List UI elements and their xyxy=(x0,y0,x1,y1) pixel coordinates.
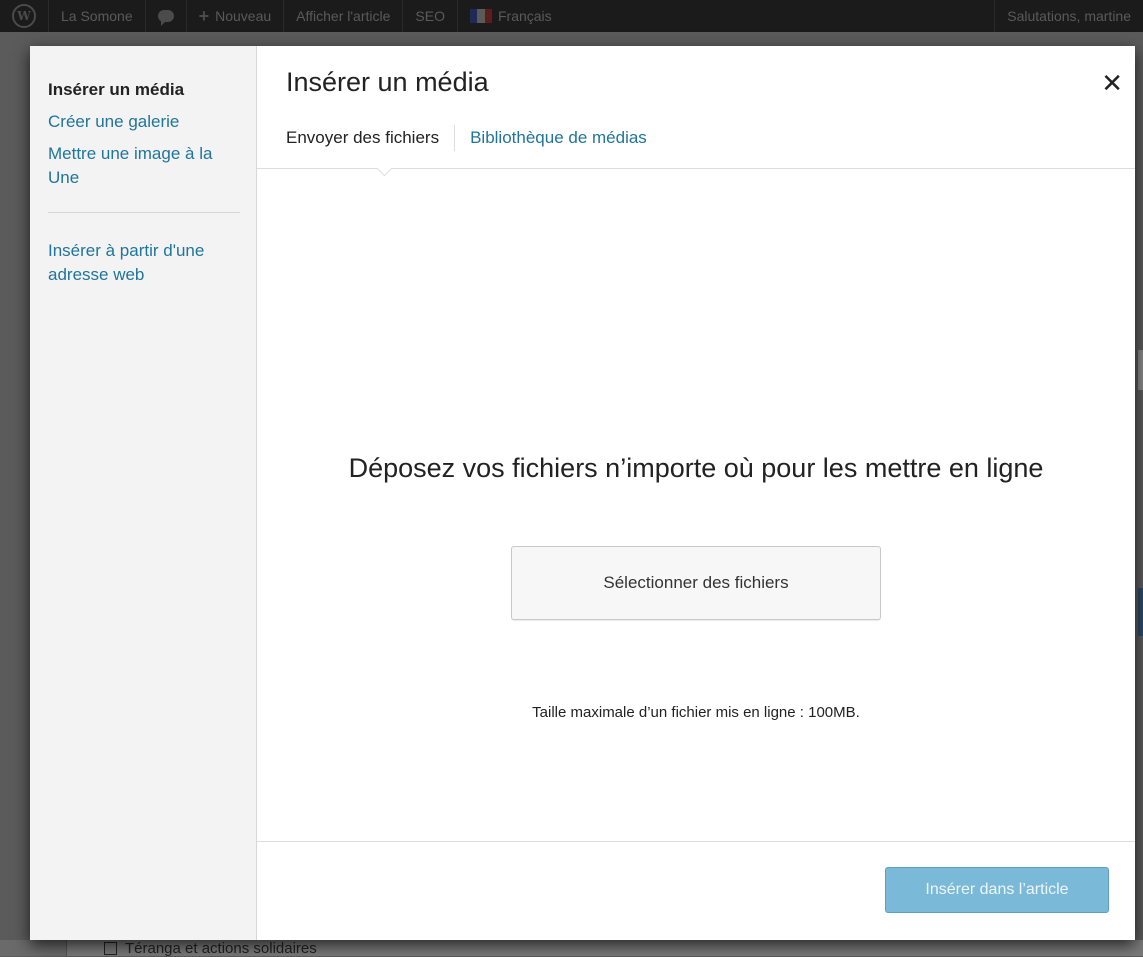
comment-icon xyxy=(157,10,174,26)
background-element xyxy=(1138,350,1143,390)
media-modal: Insérer un média Créer une galerie Mettr… xyxy=(30,46,1135,940)
view-post-link[interactable]: Afficher l'article xyxy=(283,0,402,32)
wordpress-logo[interactable]: W xyxy=(0,0,48,32)
media-frame: Insérer un média ✕ Envoyer des fichiers … xyxy=(257,46,1135,940)
language-label: Français xyxy=(497,8,552,24)
insert-into-post-button[interactable]: Insérer dans l’article xyxy=(885,867,1109,913)
admin-bar: W La Somone + Nouveau Afficher l'article … xyxy=(0,0,1143,32)
view-post-label: Afficher l'article xyxy=(296,8,391,24)
upload-instructions: Déposez vos fichiers n’importe où pour l… xyxy=(348,453,1044,483)
menu-item-featured-image[interactable]: Mettre une image à la Une xyxy=(48,142,238,190)
comments-link[interactable] xyxy=(144,0,186,32)
language-switcher[interactable]: Français xyxy=(456,0,564,32)
menu-item-insert-media[interactable]: Insérer un média xyxy=(48,78,238,102)
media-menu: Insérer un média Créer une galerie Mettr… xyxy=(30,46,257,940)
seo-link[interactable]: SEO xyxy=(402,0,457,32)
wordpress-icon: W xyxy=(12,4,36,28)
background-category-checkbox: Téranga et actions solidaires xyxy=(104,940,317,957)
category-label: Téranga et actions solidaires xyxy=(125,940,317,957)
upload-dropzone[interactable]: Déposez vos fichiers n’importe où pour l… xyxy=(257,169,1135,841)
menu-item-insert-from-url[interactable]: Insérer à partir d'une adresse web xyxy=(48,239,238,287)
menu-item-create-gallery[interactable]: Créer une galerie xyxy=(48,110,238,134)
checkbox xyxy=(104,942,117,955)
new-label: Nouveau xyxy=(215,8,272,24)
max-upload-size: Taille maximale d’un fichier mis en lign… xyxy=(532,704,860,721)
site-name-link[interactable]: La Somone xyxy=(48,0,145,32)
seo-label: SEO xyxy=(415,8,445,24)
media-router: Envoyer des fichiers Bibliothèque de méd… xyxy=(286,125,662,151)
new-content-link[interactable]: + Nouveau xyxy=(185,0,284,32)
tab-upload-files[interactable]: Envoyer des fichiers xyxy=(286,125,456,151)
account-menu[interactable]: Salutations, martine xyxy=(994,0,1143,32)
select-files-button[interactable]: Sélectionner des fichiers xyxy=(511,546,881,620)
plus-icon: + xyxy=(198,5,210,26)
site-name: La Somone xyxy=(61,8,133,24)
tab-media-library[interactable]: Bibliothèque de médias xyxy=(455,125,662,151)
french-flag-icon xyxy=(469,9,492,23)
greeting-label: Salutations, martine xyxy=(1007,8,1131,24)
modal-title: Insérer un média xyxy=(286,67,489,97)
menu-separator xyxy=(48,212,240,213)
background-element xyxy=(1138,588,1143,636)
media-toolbar: Insérer dans l’article xyxy=(257,841,1135,941)
close-icon[interactable]: ✕ xyxy=(1101,68,1123,98)
